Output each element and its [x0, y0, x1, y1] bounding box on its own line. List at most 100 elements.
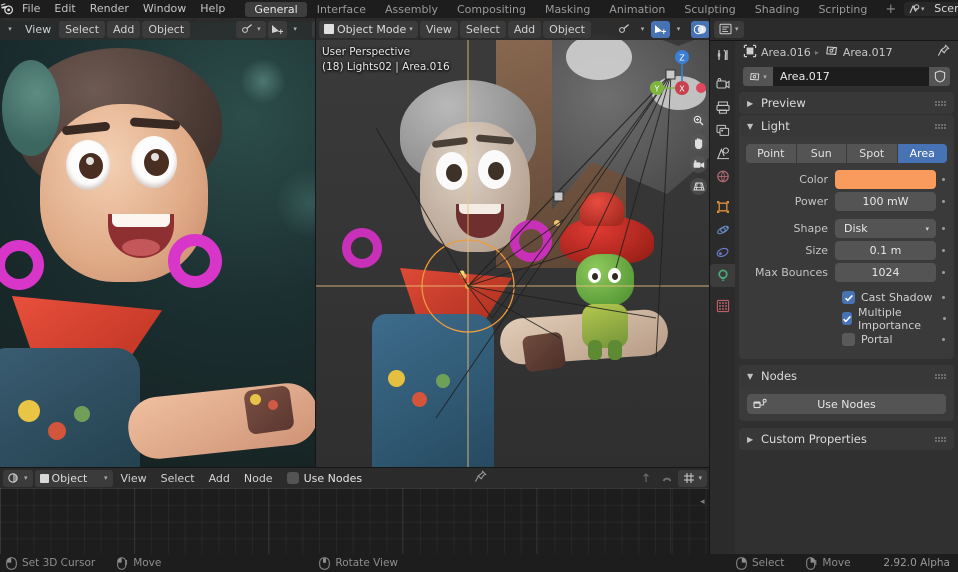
- viewport-right-menu-object[interactable]: Object: [543, 20, 591, 38]
- properties-tab-view-layer[interactable]: [710, 119, 735, 142]
- object-mode-dropdown[interactable]: Object Mode ▾: [319, 20, 418, 38]
- divider-outliner-properties[interactable]: [710, 40, 958, 41]
- properties-tab-object[interactable]: [710, 195, 735, 218]
- snap-increment-icon[interactable]: [636, 470, 655, 487]
- overlays-dropdown[interactable]: ▾: [678, 469, 707, 487]
- pan-hand-icon[interactable]: [690, 134, 707, 151]
- transform-pivot-button[interactable]: ▾: [236, 20, 266, 38]
- breadcrumb-object-name[interactable]: Area.016: [761, 46, 811, 59]
- workspace-tab-interface[interactable]: Interface: [308, 2, 375, 17]
- gizmo-chevron-icon[interactable]: ▾: [672, 21, 685, 38]
- workspace-tab-masking[interactable]: Masking: [536, 2, 599, 17]
- light-max-bounces-value[interactable]: 1024: [835, 263, 936, 282]
- animate-cast-shadow-icon[interactable]: [936, 296, 950, 299]
- node-pin-icon[interactable]: [474, 470, 487, 486]
- light-type-area[interactable]: Area: [897, 144, 947, 163]
- divider-node-editor[interactable]: [0, 467, 710, 468]
- workspace-tab-assembly[interactable]: Assembly: [376, 2, 447, 17]
- breadcrumb-object-icon[interactable]: [743, 44, 757, 61]
- workspace-tab-scripting[interactable]: Scripting: [809, 2, 876, 17]
- workspace-tab-general[interactable]: General: [245, 1, 307, 17]
- show-gizmo-icon[interactable]: [267, 20, 287, 38]
- navigation-axis-gizmo[interactable]: Z Y X: [644, 44, 706, 106]
- browse-light-data-button[interactable]: ▾: [743, 67, 773, 86]
- properties-tab-texture[interactable]: [710, 294, 735, 317]
- workspace-tab-sculpting[interactable]: Sculpting: [675, 2, 744, 17]
- light-color-swatch[interactable]: [835, 170, 936, 189]
- properties-tab-world[interactable]: [710, 165, 735, 188]
- animate-multiple-importance-icon[interactable]: [940, 317, 950, 320]
- menu-file[interactable]: File: [15, 0, 47, 18]
- node-use-nodes-checkbox[interactable]: Use Nodes: [281, 472, 369, 485]
- properties-tab-tool[interactable]: [710, 43, 735, 66]
- pivot-chevron-icon[interactable]: ▾: [636, 21, 649, 38]
- multiple-importance-checkbox[interactable]: [842, 312, 852, 325]
- properties-tab-constraints[interactable]: [710, 241, 735, 264]
- light-data-name-field[interactable]: Area.017: [773, 67, 929, 86]
- animate-power-icon[interactable]: [936, 200, 950, 203]
- panel-nodes[interactable]: ▼ Nodes: [739, 365, 954, 387]
- show-overlays-icon[interactable]: [690, 20, 710, 38]
- animate-portal-icon[interactable]: [936, 338, 950, 341]
- animate-size-icon[interactable]: [936, 249, 950, 252]
- shader-node-canvas[interactable]: [0, 488, 710, 554]
- workspace-tab-compositing[interactable]: Compositing: [448, 2, 535, 17]
- portal-checkbox[interactable]: [842, 333, 855, 346]
- workspace-tab-animation[interactable]: Animation: [600, 2, 674, 17]
- workspace-tab-shading[interactable]: Shading: [746, 2, 809, 17]
- breadcrumb-data-name[interactable]: Area.017: [843, 46, 893, 59]
- animate-max-bounces-icon[interactable]: [936, 271, 950, 274]
- light-type-point[interactable]: Point: [746, 144, 796, 163]
- shader-editor-type-icon[interactable]: ▾: [3, 469, 33, 487]
- viewport-right[interactable]: Object Mode ▾ View Select Add Object ▾ ▾…: [316, 18, 710, 468]
- animate-color-icon[interactable]: [936, 178, 950, 181]
- panel-light[interactable]: ▼ Light: [739, 115, 954, 137]
- node-menu-add[interactable]: Add: [203, 470, 236, 487]
- perspective-ortho-icon[interactable]: [690, 178, 707, 195]
- transform-pivot-icon[interactable]: [615, 21, 634, 38]
- use-nodes-button[interactable]: Use Nodes: [747, 394, 946, 414]
- node-menu-view[interactable]: View: [115, 470, 153, 487]
- show-gizmo-icon[interactable]: [650, 20, 670, 38]
- light-power-value[interactable]: 100 mW: [835, 192, 936, 211]
- menu-help[interactable]: Help: [193, 0, 232, 18]
- blender-logo-icon[interactable]: [0, 0, 15, 18]
- viewport-right-menu-view[interactable]: View: [419, 20, 458, 38]
- shader-type-dropdown[interactable]: Object ▾: [34, 469, 113, 487]
- scene-icon[interactable]: ▾: [904, 2, 929, 16]
- snap-magnet-icon[interactable]: [657, 470, 676, 487]
- light-shape-dropdown[interactable]: Disk ▾: [835, 219, 936, 238]
- viewport-left[interactable]: ▾ Global ▾ ▾: [0, 18, 315, 468]
- node-menu-select[interactable]: Select: [155, 470, 201, 487]
- breadcrumb-data-icon[interactable]: [825, 44, 839, 61]
- viewport-left-menu-object[interactable]: Object: [142, 20, 191, 38]
- camera-icon[interactable]: [690, 156, 707, 173]
- properties-tab-render[interactable]: [710, 73, 735, 96]
- light-size-value[interactable]: 0.1 m: [835, 241, 936, 260]
- scene-name[interactable]: Scene: [928, 2, 958, 16]
- menu-window[interactable]: Window: [136, 0, 193, 18]
- viewport-right-menu-select[interactable]: Select: [459, 20, 506, 38]
- cast-shadow-checkbox[interactable]: [842, 291, 855, 304]
- panel-custom-properties[interactable]: ▶ Custom Properties: [739, 428, 954, 450]
- pin-icon[interactable]: [937, 44, 950, 60]
- gizmo-options-chevron-icon[interactable]: ▾: [289, 21, 302, 38]
- light-type-spot[interactable]: Spot: [847, 144, 897, 163]
- scene-selector[interactable]: ▾ Scene ✕: [904, 2, 958, 16]
- panel-preview[interactable]: ▶ Preview: [739, 92, 954, 114]
- viewport-left-menu-select[interactable]: Select: [59, 20, 106, 38]
- menu-render[interactable]: Render: [83, 0, 136, 18]
- area-resize-handle[interactable]: ◂: [700, 497, 705, 507]
- properties-tab-scene[interactable]: [710, 142, 735, 165]
- fake-user-shield-icon[interactable]: [929, 67, 950, 86]
- divider-viewports[interactable]: [315, 18, 316, 468]
- divider-properties[interactable]: [709, 18, 710, 554]
- viewport-left-menu-view[interactable]: View: [19, 21, 57, 38]
- node-menu-node[interactable]: Node: [238, 470, 279, 487]
- add-workspace-button[interactable]: +: [877, 2, 904, 17]
- light-type-sun[interactable]: Sun: [796, 144, 846, 163]
- menu-edit[interactable]: Edit: [47, 0, 82, 18]
- viewport-right-menu-add[interactable]: Add: [507, 20, 542, 38]
- animate-shape-icon[interactable]: [936, 227, 950, 230]
- properties-tab-modifiers[interactable]: [710, 218, 735, 241]
